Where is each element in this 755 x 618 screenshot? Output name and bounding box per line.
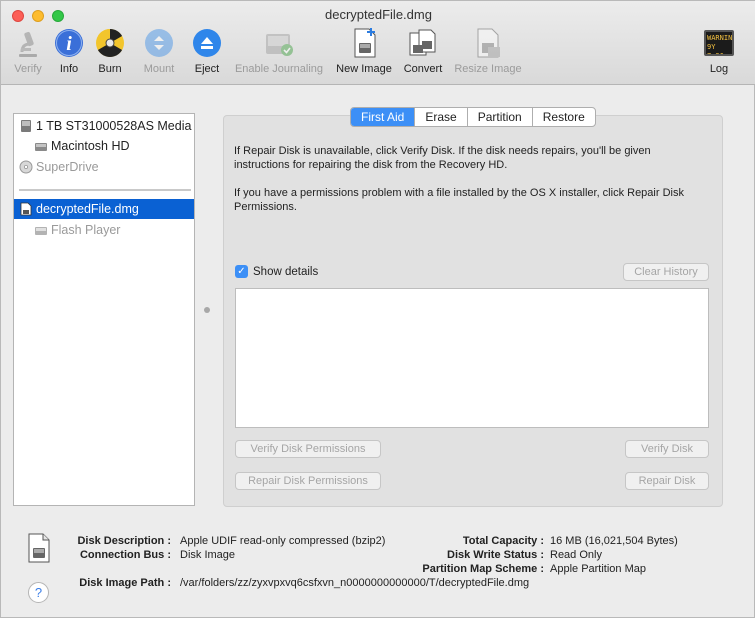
disk-image-path-value: /var/folders/zz/zyxvpxvq6csfxvn_n0000000…: [180, 577, 530, 589]
toolbar-label: Mount: [143, 63, 175, 75]
toolbar-enable-journaling-button[interactable]: Enable Journaling: [230, 27, 328, 79]
disk-image-path-label: Disk Image Path :: [79, 577, 171, 589]
titlebar: decryptedFile.dmg Verify i Info Burn Mou…: [1, 1, 755, 85]
disk-description-label: Disk Description :: [77, 535, 171, 547]
optical-drive-icon: [19, 160, 33, 174]
permissions-description: If you have a permissions problem with a…: [234, 187, 684, 213]
microscope-icon: [12, 27, 44, 59]
toolbar-label: Info: [59, 63, 79, 75]
disk-write-status-label: Disk Write Status :: [447, 549, 544, 561]
sidebar-item-macintosh-hd[interactable]: Macintosh HD: [14, 136, 194, 156]
tab-erase[interactable]: Erase: [415, 108, 468, 126]
tab-first-aid[interactable]: First Aid: [351, 108, 416, 126]
toolbar-burn-button[interactable]: Burn: [93, 27, 127, 79]
sidebar-item-decryptedfile[interactable]: decryptedFile.dmg: [14, 199, 194, 219]
toolbar-label: Log: [709, 63, 729, 75]
connection-bus-value: Disk Image: [180, 549, 236, 561]
toolbar-resize-image-button[interactable]: Resize Image: [451, 27, 525, 79]
disk-image-icon: [19, 202, 33, 216]
toolbar-label: Burn: [98, 63, 122, 75]
details-log-area[interactable]: [235, 288, 709, 428]
hard-disk-icon: [19, 119, 33, 133]
sidebar-item-flash-player[interactable]: Flash Player: [14, 220, 194, 240]
toolbar-new-image-button[interactable]: New Image: [333, 27, 395, 79]
first-aid-description: If Repair Disk is unavailable, click Ver…: [234, 145, 651, 171]
tab-bar: First Aid Erase Partition Restore: [350, 107, 596, 127]
verify-disk-permissions-button[interactable]: Verify Disk Permissions: [235, 440, 381, 458]
toolbar-label: Enable Journaling: [234, 63, 324, 75]
toolbar-label: New Image: [336, 63, 392, 75]
toolbar-label: Eject: [194, 63, 220, 75]
convert-icon: [407, 27, 439, 59]
connection-bus-label: Connection Bus :: [79, 549, 171, 561]
disk-image-icon: [27, 533, 51, 563]
journaling-icon: [263, 27, 295, 59]
new-image-icon: [348, 27, 380, 59]
volume-icon: [34, 223, 48, 237]
sidebar-item-hard-disk[interactable]: 1 TB ST31000528AS Media: [14, 116, 194, 136]
total-capacity-label: Total Capacity :: [462, 535, 544, 547]
help-button[interactable]: ?: [28, 582, 49, 603]
sidebar-item-label: SuperDrive: [36, 160, 99, 174]
sidebar-item-superdrive[interactable]: SuperDrive: [14, 157, 194, 177]
clear-history-button[interactable]: Clear History: [623, 263, 709, 281]
show-details-checkbox[interactable]: ✓: [235, 265, 248, 278]
toolbar-verify-button[interactable]: Verify: [9, 27, 47, 79]
sidebar-item-label: Macintosh HD: [51, 139, 130, 153]
toolbar-label: Resize Image: [454, 63, 522, 75]
toolbar-info-button[interactable]: i Info: [53, 27, 85, 79]
tab-restore[interactable]: Restore: [533, 108, 595, 126]
sidebar-item-label: 1 TB ST31000528AS Media: [36, 119, 192, 133]
disk-write-status-value: Read Only: [550, 549, 602, 561]
toolbar-eject-button[interactable]: Eject: [190, 27, 224, 79]
show-details-toggle[interactable]: ✓ Show details: [235, 265, 318, 278]
svg-text:i: i: [66, 33, 72, 55]
repair-disk-permissions-button[interactable]: Repair Disk Permissions: [235, 472, 381, 490]
show-details-label: Show details: [253, 265, 319, 278]
sidebar-device-list: 1 TB ST31000528AS Media Macintosh HD Sup…: [13, 113, 195, 506]
sidebar-item-label: decryptedFile.dmg: [36, 202, 139, 216]
total-capacity-value: 16 MB (16,021,504 Bytes): [550, 535, 678, 547]
eject-icon: [191, 27, 223, 59]
disk-utility-window: decryptedFile.dmg Verify i Info Burn Mou…: [0, 0, 755, 618]
toolbar-mount-button[interactable]: Mount: [139, 27, 179, 79]
volume-icon: [34, 139, 48, 153]
log-icon-text: 9Y 7:36: [707, 43, 724, 56]
toolbar-label: Verify: [14, 63, 42, 75]
log-icon-text: WARNIN: [707, 34, 733, 42]
verify-disk-button[interactable]: Verify Disk: [625, 440, 709, 458]
toolbar-label: Convert: [403, 63, 443, 75]
log-console-icon: WARNIN 9Y 7:36: [703, 27, 735, 59]
window-title: decryptedFile.dmg: [325, 7, 432, 22]
disk-description-value: Apple UDIF read-only compressed (bzip2): [180, 535, 386, 547]
split-view-handle[interactable]: [204, 307, 210, 313]
info-icon: i: [53, 27, 85, 59]
toolbar-convert-button[interactable]: Convert: [400, 27, 446, 79]
resize-image-icon: [472, 27, 504, 59]
sidebar-item-label: Flash Player: [51, 223, 121, 237]
mount-icon: [143, 27, 175, 59]
tab-partition[interactable]: Partition: [468, 108, 533, 126]
partition-map-scheme-value: Apple Partition Map: [550, 563, 646, 575]
toolbar-log-button[interactable]: WARNIN 9Y 7:36 Log: [701, 27, 737, 79]
sidebar-divider: [19, 189, 191, 191]
burn-icon: [94, 27, 126, 59]
repair-disk-button[interactable]: Repair Disk: [625, 472, 709, 490]
partition-map-scheme-label: Partition Map Scheme :: [422, 563, 544, 575]
